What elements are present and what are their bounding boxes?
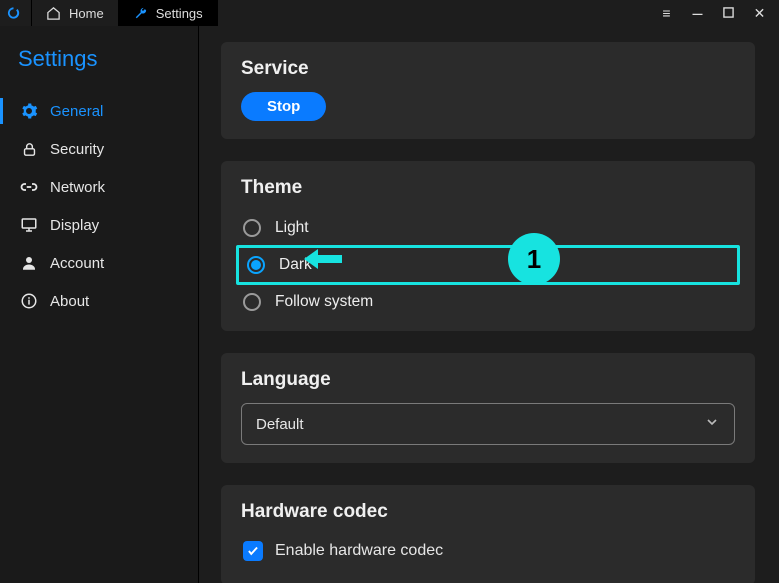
sidebar-item-general[interactable]: General (0, 92, 198, 130)
lock-icon (20, 140, 38, 158)
sidebar-item-about[interactable]: About (0, 282, 198, 320)
checkbox-checked-icon (243, 541, 263, 561)
hardware-codec-panel: Hardware codec Enable hardware codec (221, 485, 755, 583)
stop-service-button[interactable]: Stop (241, 92, 326, 121)
theme-option-label: Dark (279, 256, 312, 274)
link-icon (20, 178, 38, 196)
maximize-button[interactable] (721, 5, 736, 21)
tab-settings-label: Settings (156, 6, 203, 21)
language-panel: Language Default (221, 353, 755, 463)
theme-panel: Theme Light Dark Follow system (221, 161, 755, 331)
radio-icon (243, 219, 261, 237)
gear-icon (20, 102, 38, 120)
close-button[interactable]: ✕ (752, 5, 767, 22)
sidebar-item-label: Network (50, 179, 105, 196)
minimize-button[interactable]: ‒ (690, 8, 705, 18)
home-icon (46, 6, 61, 21)
sidebar-item-label: General (50, 103, 103, 120)
app-logo-icon (6, 6, 21, 21)
wrench-icon (133, 6, 148, 21)
main-content: Service Stop Theme Light Dark Follow sys… (199, 26, 779, 583)
sidebar: Settings General Security Network Displa… (0, 26, 199, 583)
sidebar-item-account[interactable]: Account (0, 244, 198, 282)
menu-icon[interactable]: ≡ (659, 5, 674, 21)
chevron-down-icon (704, 414, 720, 434)
sidebar-item-label: Display (50, 217, 99, 234)
app-logo-tab (0, 0, 32, 26)
sidebar-item-network[interactable]: Network (0, 168, 198, 206)
tab-home[interactable]: Home (32, 0, 119, 26)
info-icon (20, 292, 38, 310)
enable-hardware-codec-checkbox[interactable]: Enable hardware codec (241, 535, 735, 567)
language-title: Language (241, 369, 735, 391)
sidebar-item-label: About (50, 293, 89, 310)
sidebar-title: Settings (0, 38, 198, 92)
sidebar-item-label: Account (50, 255, 104, 272)
theme-title: Theme (241, 177, 735, 199)
theme-option-label: Light (275, 219, 309, 237)
hardware-codec-title: Hardware codec (241, 501, 735, 523)
service-panel: Service Stop (221, 42, 755, 139)
person-icon (20, 254, 38, 272)
monitor-icon (20, 216, 38, 234)
language-value: Default (256, 416, 304, 433)
language-select[interactable]: Default (241, 403, 735, 445)
radio-icon (243, 293, 261, 311)
tab-settings[interactable]: Settings (119, 0, 218, 26)
sidebar-item-security[interactable]: Security (0, 130, 198, 168)
checkbox-label: Enable hardware codec (275, 542, 443, 560)
theme-option-light[interactable]: Light (241, 211, 735, 245)
tab-home-label: Home (69, 6, 104, 21)
annotation-highlight: Dark (236, 245, 740, 285)
theme-option-follow-system[interactable]: Follow system (241, 285, 735, 319)
title-bar: Home Settings ≡ ‒ ✕ (0, 0, 779, 26)
theme-option-dark[interactable]: Dark (245, 252, 731, 278)
sidebar-item-label: Security (50, 141, 104, 158)
theme-option-label: Follow system (275, 293, 373, 311)
radio-icon (247, 256, 265, 274)
sidebar-item-display[interactable]: Display (0, 206, 198, 244)
service-title: Service (241, 58, 735, 80)
